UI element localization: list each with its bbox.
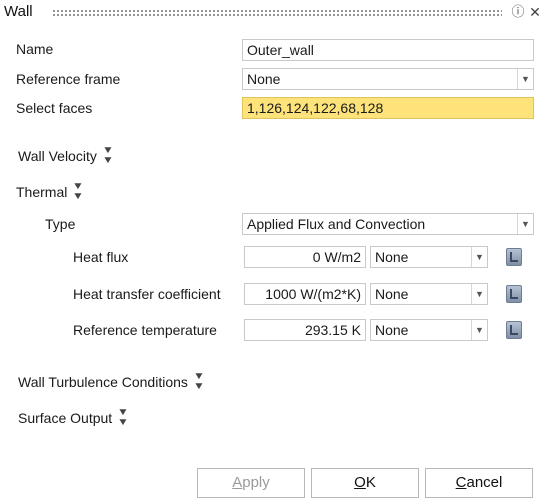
heat-transfer-ref-value: None — [375, 286, 409, 302]
chevron-down-icon[interactable]: ▼ — [471, 284, 487, 304]
chevron-double-down-icon[interactable]: ▼ ▼ — [102, 146, 114, 166]
heat-transfer-ref-select[interactable]: None ▼ — [370, 283, 488, 305]
heat-flux-label: Heat flux — [73, 249, 129, 265]
surface-output-label: Surface Output — [18, 410, 113, 426]
reference-frame-label: Reference frame — [16, 71, 121, 87]
heat-flux-ref-value: None — [375, 249, 409, 265]
heat-flux-input[interactable]: 0 W/m2 — [244, 246, 366, 268]
chevron-double-down-icon[interactable]: ▼ ▼ — [117, 408, 129, 428]
wall-turbulence-label: Wall Turbulence Conditions — [18, 374, 188, 390]
type-label: Type — [45, 216, 76, 232]
apply-label: pply — [242, 474, 270, 491]
wall-turbulence-section[interactable]: Wall Turbulence Conditions ▼ ▼ — [18, 372, 205, 392]
reference-temperature-ref-value: None — [375, 322, 409, 338]
thermal-label: Thermal — [16, 184, 68, 200]
apply-mnemonic: A — [232, 474, 243, 491]
wall-velocity-section[interactable]: Wall Velocity ▼ ▼ — [18, 146, 114, 166]
cancel-mnemonic: C — [455, 474, 467, 491]
type-value: Applied Flux and Convection — [247, 216, 426, 232]
chevron-down-icon[interactable]: ▼ — [471, 320, 487, 340]
drag-handle[interactable] — [52, 9, 502, 17]
cancel-button[interactable]: Cancel — [425, 468, 533, 498]
dialog-titlebar[interactable]: Wall ⓘ ✕ — [0, 0, 546, 26]
reference-frame-value: None — [247, 71, 281, 87]
cancel-label: ancel — [466, 474, 503, 491]
name-input[interactable]: Outer_wall — [242, 39, 534, 61]
close-icon[interactable]: ✕ — [527, 4, 543, 20]
select-faces-input[interactable]: 1,126,124,122,68,128 — [242, 97, 534, 119]
surface-output-section[interactable]: Surface Output ▼ ▼ — [18, 408, 129, 428]
ok-button[interactable]: OK — [311, 468, 419, 498]
select-faces-label: Select faces — [16, 100, 93, 116]
chevron-down-icon[interactable]: ▼ — [517, 214, 533, 234]
dialog-title: Wall — [4, 3, 33, 20]
heat-flux-ref-select[interactable]: None ▼ — [370, 246, 488, 268]
table-picker-icon[interactable] — [506, 321, 522, 339]
apply-button[interactable]: Apply — [197, 468, 305, 498]
reference-temperature-input[interactable]: 293.15 K — [244, 319, 366, 341]
reference-temperature-ref-select[interactable]: None ▼ — [370, 319, 488, 341]
type-select[interactable]: Applied Flux and Convection ▼ — [242, 213, 534, 235]
table-picker-icon[interactable] — [506, 248, 522, 266]
wall-velocity-label: Wall Velocity — [18, 148, 97, 164]
thermal-section[interactable]: Thermal ▼ ▼ — [16, 182, 84, 202]
chevron-double-down-icon[interactable]: ▼ ▼ — [72, 182, 84, 202]
ok-label: K — [365, 474, 376, 491]
reference-temperature-label: Reference temperature — [73, 322, 217, 338]
help-icon[interactable]: ⓘ — [510, 4, 526, 20]
chevron-double-down-icon[interactable]: ▼ ▼ — [193, 372, 205, 392]
reference-frame-select[interactable]: None ▼ — [242, 68, 534, 90]
heat-transfer-input[interactable]: 1000 W/(m2*K) — [244, 283, 366, 305]
heat-transfer-label: Heat transfer coefficient — [73, 286, 221, 302]
name-label: Name — [16, 41, 54, 57]
table-picker-icon[interactable] — [506, 285, 522, 303]
ok-mnemonic: O — [354, 474, 366, 491]
chevron-down-icon[interactable]: ▼ — [517, 69, 533, 89]
chevron-down-icon[interactable]: ▼ — [471, 247, 487, 267]
